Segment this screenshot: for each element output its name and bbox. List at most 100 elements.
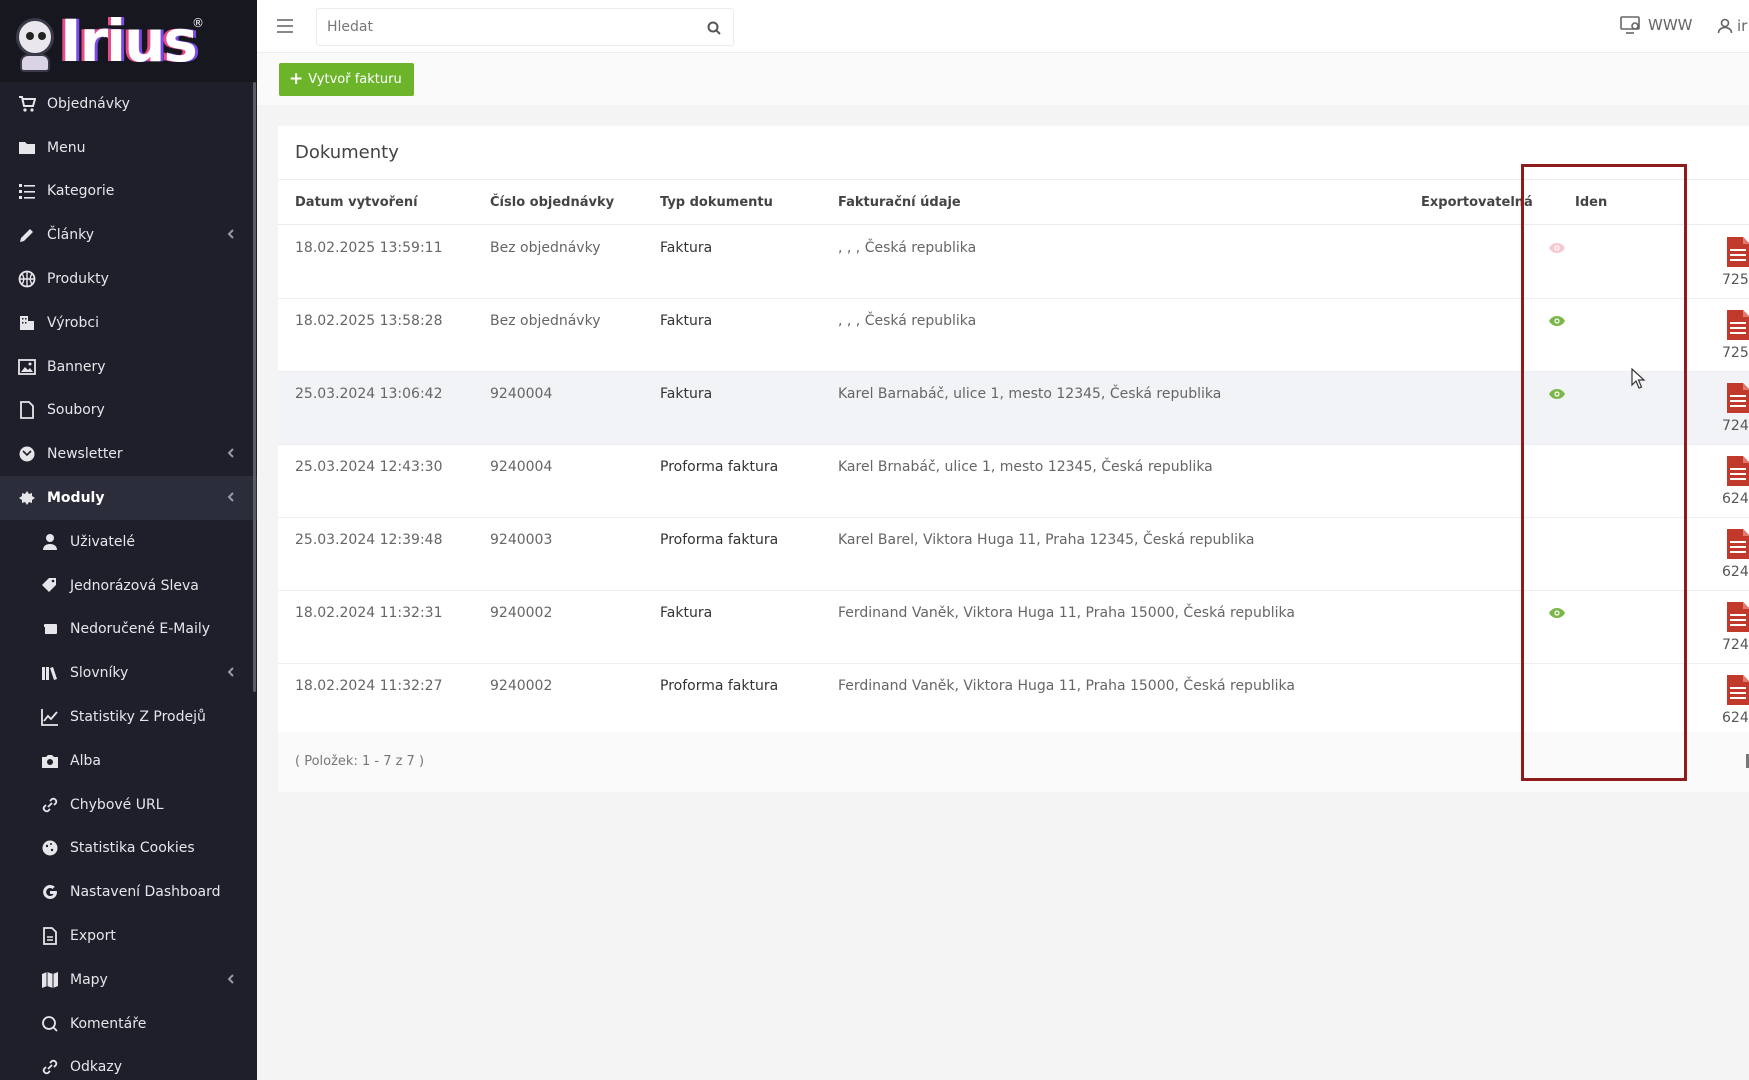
cell-billing-info: Ferdinand Vaněk, Viktora Huga 11, Praha … — [838, 605, 1295, 621]
column-header[interactable]: Datum vytvoření — [295, 181, 418, 225]
cell-document-type: Proforma faktura — [660, 678, 779, 694]
pdf-file-icon[interactable] — [1725, 601, 1749, 633]
chevron-left-icon[interactable] — [225, 447, 237, 459]
chevron-left-icon[interactable] — [225, 666, 237, 678]
cell-document-type: Faktura — [660, 605, 713, 621]
file-icon — [17, 401, 37, 420]
cell-date: 18.02.2024 11:32:31 — [295, 605, 443, 621]
pdf-file-icon[interactable] — [1725, 674, 1749, 706]
www-link[interactable]: WWW — [1620, 16, 1693, 34]
sidebar-item-slovniky[interactable]: Slovníky — [0, 651, 257, 695]
sidebar-scrollbar[interactable] — [253, 82, 256, 692]
sidebar-item-komentare[interactable]: Komentáře — [0, 1002, 257, 1046]
file-export-icon — [40, 927, 60, 945]
chevron-left-icon[interactable] — [225, 491, 237, 503]
cell-order-number[interactable]: 9240002 — [490, 605, 552, 621]
sidebar-item-label: Alba — [70, 752, 101, 769]
column-header[interactable]: Číslo objednávky — [490, 181, 614, 225]
cell-billing-info: Karel Barnabáč, ulice 1, mesto 12345, Če… — [838, 386, 1222, 402]
highlight-box — [1521, 164, 1687, 781]
pdf-file-icon[interactable] — [1725, 455, 1749, 487]
sidebar-item-label: Nastavení Dashboard — [70, 884, 221, 901]
user-menu[interactable]: ir — [1717, 17, 1747, 35]
pagination-summary: ( Položek: 1 - 7 z 7 ) — [295, 754, 425, 769]
chevron-left-icon[interactable] — [225, 973, 237, 985]
sidebar-item-odkazy[interactable]: Odkazy — [0, 1046, 257, 1080]
sidebar-item-label: Nedoručené E-Maily — [70, 621, 211, 638]
sidebar-item-statistiky[interactable]: Statistiky Z Prodejů — [0, 695, 257, 739]
cart-icon — [17, 95, 37, 113]
sidebar-item-uzivatele[interactable]: Uživatelé — [0, 520, 257, 564]
pencil-icon — [17, 226, 37, 244]
books-icon — [40, 664, 60, 682]
cell-order-number[interactable]: 9240004 — [490, 459, 552, 475]
sidebar-item-clanky[interactable]: Články — [0, 213, 257, 257]
cell-identifier: 725( — [1722, 272, 1749, 288]
create-invoice-button[interactable]: + Vytvoř fakturu — [279, 63, 414, 96]
sidebar-item-nedorucene-emaily[interactable]: Nedoručené E-Maily — [0, 608, 257, 652]
cell-order-number[interactable]: 9240004 — [490, 386, 552, 402]
sidebar-item-newsletter[interactable]: Newsletter — [0, 432, 257, 476]
pdf-file-icon[interactable] — [1725, 309, 1749, 341]
sidebar-item-objednavky[interactable]: Objednávky — [0, 82, 257, 126]
sidebar-item-kategorie[interactable]: Kategorie — [0, 170, 257, 214]
cell-identifier: 725( — [1722, 345, 1749, 361]
create-invoice-label: Vytvoř fakturu — [308, 72, 402, 87]
folder-icon — [17, 139, 37, 157]
app-logo[interactable]: Irius ® — [0, 0, 257, 82]
column-header[interactable]: Typ dokumentu — [660, 181, 773, 225]
cell-date: 25.03.2024 13:06:42 — [295, 386, 443, 402]
sidebar-item-label: Chybové URL — [70, 796, 164, 813]
pdf-file-icon[interactable] — [1725, 528, 1749, 560]
sidebar-item-chybove-url[interactable]: Chybové URL — [0, 783, 257, 827]
sidebar-item-label: Uživatelé — [70, 533, 135, 550]
hamburger-menu-icon[interactable] — [277, 19, 293, 33]
sidebar-item-alba[interactable]: Alba — [0, 739, 257, 783]
sidebar-item-nastaveni-dashboard[interactable]: Nastavení Dashboard — [0, 870, 257, 914]
sidebar-item-label: Objednávky — [47, 95, 130, 112]
column-header[interactable]: Exportovatelná — [1421, 181, 1533, 225]
sidebar-item-vyrobci[interactable]: Výrobci — [0, 301, 257, 345]
link-icon — [40, 1058, 60, 1076]
sidebar-item-label: Slovníky — [70, 665, 129, 682]
user-icon — [40, 533, 60, 551]
sidebar-item-jednorazova-sleva[interactable]: Jednorázová Sleva — [0, 564, 257, 608]
cell-document-type: Faktura — [660, 386, 713, 402]
sidebar-item-bannery[interactable]: Bannery — [0, 345, 257, 389]
chevron-left-icon[interactable] — [225, 228, 237, 240]
mail-icon — [17, 445, 37, 463]
cell-order-number[interactable]: 9240003 — [490, 532, 552, 548]
cell-billing-info: Karel Brnabáč, ulice 1, mesto 12345, Čes… — [838, 459, 1213, 475]
sidebar-item-menu[interactable]: Menu — [0, 126, 257, 170]
search-box — [316, 8, 734, 46]
pdf-file-icon[interactable] — [1725, 236, 1749, 268]
cell-order-number[interactable]: Bez objednávky — [490, 240, 601, 256]
sidebar-item-moduly[interactable]: Moduly — [0, 476, 257, 520]
cell-order-number[interactable]: 9240002 — [490, 678, 552, 694]
sidebar-item-label: Články — [47, 227, 95, 244]
sidebar-item-label: Moduly — [47, 490, 105, 507]
cell-document-type: Faktura — [660, 313, 713, 329]
sidebar-item-produkty[interactable]: Produkty — [0, 257, 257, 301]
search-icon[interactable] — [707, 20, 721, 35]
sidebar-item-label: Statistika Cookies — [70, 840, 195, 857]
sidebar-item-label: Jednorázová Sleva — [70, 577, 199, 594]
column-header[interactable]: Fakturační údaje — [838, 181, 961, 225]
modules-icon — [17, 489, 37, 507]
sidebar-item-label: Bannery — [47, 358, 106, 375]
sidebar-item-label: Kategorie — [47, 183, 115, 200]
tags-icon — [40, 577, 60, 595]
plus-icon: + — [289, 69, 304, 89]
action-bar: + Vytvoř fakturu — [257, 53, 1749, 105]
sidebar-item-statistika-cookies[interactable]: Statistika Cookies — [0, 827, 257, 871]
search-input[interactable] — [317, 9, 697, 45]
sidebar-item-export[interactable]: Export — [0, 914, 257, 958]
building-icon — [17, 314, 37, 332]
pdf-file-icon[interactable] — [1725, 382, 1749, 414]
cell-billing-info: , , , Česká republika — [838, 240, 977, 256]
mail-bulk-icon — [40, 620, 60, 638]
sidebar-item-mapy[interactable]: Mapy — [0, 958, 257, 1002]
sidebar-item-soubory[interactable]: Soubory — [0, 389, 257, 433]
camera-icon — [40, 752, 60, 770]
cell-order-number[interactable]: Bez objednávky — [490, 313, 601, 329]
